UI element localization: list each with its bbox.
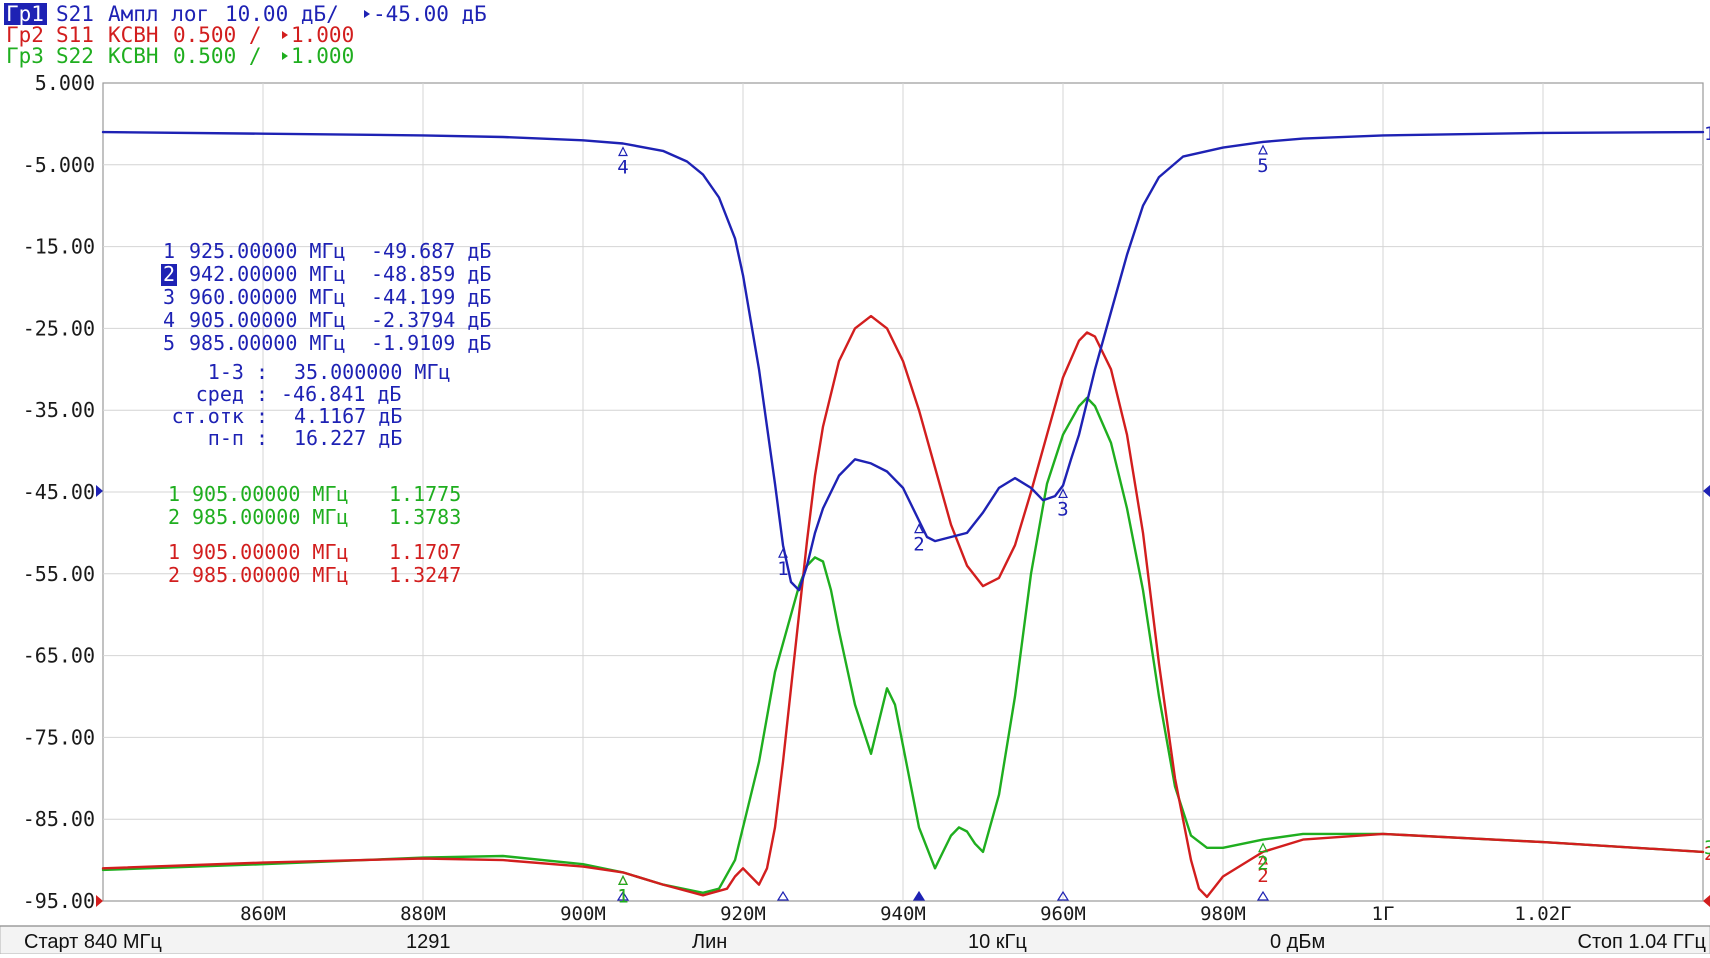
marker-value: 1.3247 xyxy=(389,563,461,587)
marker-number: 1 xyxy=(163,239,175,263)
marker-value: -44.199 дБ xyxy=(371,285,491,309)
marker-frequency: 905.00000 МГц xyxy=(189,308,346,332)
readout-row[interactable]: 3 960.00000 МГц -44.199 дБ xyxy=(163,285,491,309)
y-tick-label: -75.00 xyxy=(23,725,95,749)
stat-label: п-п : xyxy=(208,426,268,450)
readout-row[interactable]: 2 985.00000 МГц 1.3247 xyxy=(168,563,461,587)
marker-frequency: 985.00000 МГц xyxy=(189,331,346,355)
readout-row[interactable]: 2 985.00000 МГц 1.3783 xyxy=(168,505,461,529)
blue-marker-table: 1 925.00000 МГц -49.687 дБ 2 942.00000 М… xyxy=(161,239,491,355)
marker-frequency: 942.00000 МГц xyxy=(189,262,346,286)
status-if-bandwidth[interactable]: 10 кГц xyxy=(968,931,1027,953)
status-bar-background xyxy=(0,925,1710,955)
marker-number: 3 xyxy=(163,285,175,309)
x-tick-label: 860M xyxy=(240,903,286,925)
readout-row[interactable]: 4 905.00000 МГц -2.3794 дБ xyxy=(163,308,491,332)
y-tick-label: -45.00 xyxy=(23,480,95,504)
marker-frequency: 925.00000 МГц xyxy=(189,239,346,263)
marker-number: 2 xyxy=(168,505,180,529)
marker-number: 1 xyxy=(168,540,180,564)
marker-value: 1.1775 xyxy=(389,482,461,506)
marker-label: 3 xyxy=(1057,498,1068,520)
status-sweep-type[interactable]: Лин xyxy=(692,931,727,953)
marker-value: -1.9109 дБ xyxy=(371,331,491,355)
marker-frequency: 985.00000 МГц xyxy=(192,505,349,529)
marker-value: -2.3794 дБ xyxy=(371,308,491,332)
x-tick-label: 900M xyxy=(560,903,606,925)
marker-value: 1.1707 xyxy=(389,540,461,564)
y-tick-label: -95.00 xyxy=(23,889,95,913)
vna-screen: Гр1 S21 Ампл лог 10.00 дБ/ -45.00 дБ Гр2… xyxy=(0,0,1710,955)
stat-label: сред : xyxy=(196,382,268,406)
trace-header-3[interactable]: Гр3 S22 КСВН 0.500 / 1.000 xyxy=(6,44,354,68)
y-tick-label: -5.000 xyxy=(23,153,95,177)
marker-value: -48.859 дБ xyxy=(371,262,491,286)
marker-label: 4 xyxy=(617,157,628,179)
stat-value: -46.841 дБ xyxy=(281,382,401,406)
x-tick-label: 940M xyxy=(880,903,926,925)
marker-number: 2 xyxy=(163,262,175,286)
readout-row[interactable]: 2 942.00000 МГц -48.859 дБ xyxy=(161,262,491,286)
readout-row[interactable]: 1 905.00000 МГц 1.1775 xyxy=(168,482,461,506)
x-axis-ticks: 860M 880M 900M 920M 940M 960M 980M 1Г 1.02Г xyxy=(240,903,1571,925)
marker-label: 2 xyxy=(913,534,924,556)
marker-frequency: 905.00000 МГц xyxy=(192,540,349,564)
marker-value: 1.3783 xyxy=(389,505,461,529)
readout-row[interactable]: 5 985.00000 МГц -1.9109 дБ xyxy=(163,331,491,355)
status-stop[interactable]: Стоп 1.04 ГГц xyxy=(1578,931,1707,953)
red-marker-table: 1 905.00000 МГц 1.1707 2 985.00000 МГц 1… xyxy=(168,540,461,587)
y-tick-label: -65.00 xyxy=(23,644,95,668)
trace-end-label: 3 xyxy=(1704,837,1710,859)
x-tick-label: 1.02Г xyxy=(1514,903,1571,925)
marker-label: 1 xyxy=(777,558,788,580)
trace-3-scale: 0.500 / xyxy=(173,44,262,68)
y-tick-label: -85.00 xyxy=(23,807,95,831)
marker-label: 5 xyxy=(1257,155,1268,177)
x-tick-label: 980M xyxy=(1200,903,1246,925)
stat-label: ст.отк : xyxy=(172,404,268,428)
stat-value: 4.1167 дБ xyxy=(294,404,402,428)
marker-value: -49.687 дБ xyxy=(371,239,491,263)
vna-display: Гр1 S21 Ампл лог 10.00 дБ/ -45.00 дБ Гр2… xyxy=(0,0,1710,955)
y-tick-label: -15.00 xyxy=(23,235,95,259)
stat-value: 16.227 дБ xyxy=(294,426,402,450)
marker-number: 5 xyxy=(163,331,175,355)
marker-number: 4 xyxy=(163,308,175,332)
trace-1-ref: -45.00 дБ xyxy=(373,2,487,26)
x-tick-label: 960M xyxy=(1040,903,1086,925)
marker-number: 2 xyxy=(168,563,180,587)
status-bar: Старт 840 МГц 1291 Лин 10 кГц 0 дБм Стоп… xyxy=(0,925,1710,955)
stat-label: 1-3 : xyxy=(208,360,268,384)
trace-3-format: КСВН xyxy=(108,44,159,68)
y-tick-label: -35.00 xyxy=(23,398,95,422)
marker-label: 2 xyxy=(1257,853,1268,875)
y-tick-label: -55.00 xyxy=(23,562,95,586)
status-start[interactable]: Старт 840 МГц xyxy=(24,931,162,953)
y-tick-label: -25.00 xyxy=(23,316,95,340)
trace-3-id: Гр3 xyxy=(6,44,44,68)
x-tick-label: 920M xyxy=(720,903,766,925)
marker-frequency: 905.00000 МГц xyxy=(192,482,349,506)
marker-label: 1 xyxy=(617,885,628,907)
readout-row[interactable]: 1 905.00000 МГц 1.1707 xyxy=(168,540,461,564)
status-points[interactable]: 1291 xyxy=(406,931,451,953)
x-tick-label: 1Г xyxy=(1372,903,1395,925)
status-power[interactable]: 0 дБм xyxy=(1270,931,1325,953)
marker-number: 1 xyxy=(168,482,180,506)
y-tick-label: 5.000 xyxy=(35,71,95,95)
x-tick-label: 880M xyxy=(400,903,446,925)
marker-frequency: 985.00000 МГц xyxy=(192,563,349,587)
trace-3-ref: 1.000 xyxy=(291,44,354,68)
marker-frequency: 960.00000 МГц xyxy=(189,285,346,309)
readout-row[interactable]: 1 925.00000 МГц -49.687 дБ xyxy=(163,239,491,263)
stat-value: 35.000000 МГц xyxy=(294,360,451,384)
green-marker-table: 1 905.00000 МГц 1.1775 2 985.00000 МГц 1… xyxy=(168,482,461,529)
trace-end-label: 1 xyxy=(1704,123,1710,145)
trace-3-param: S22 xyxy=(56,44,94,68)
